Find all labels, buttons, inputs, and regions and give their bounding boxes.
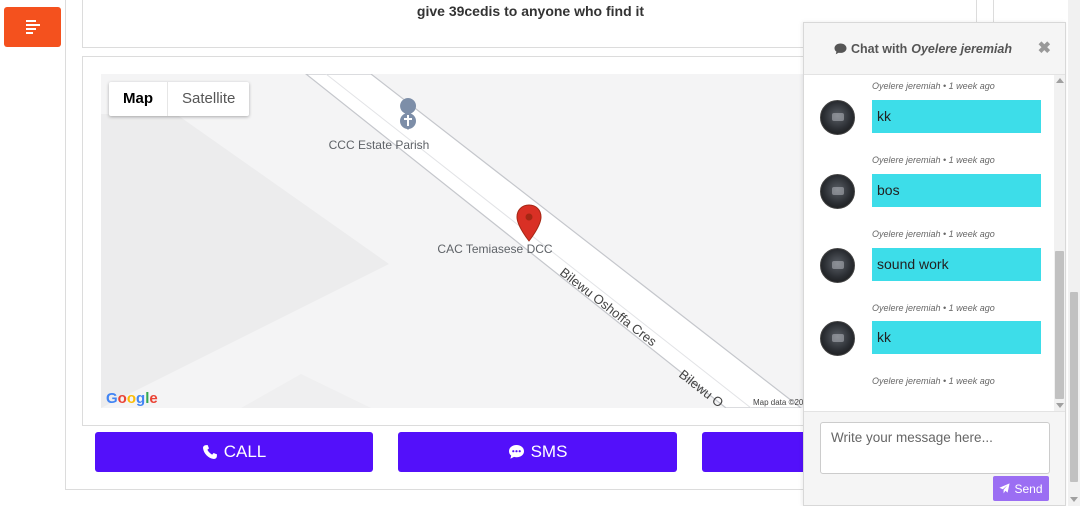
page-scroll-thumb[interactable] [1070, 292, 1078, 482]
avatar [820, 248, 855, 283]
scroll-up-icon[interactable] [1056, 78, 1064, 83]
chat-footer: Send [804, 411, 1065, 505]
comment-icon [834, 43, 847, 54]
message-meta: Oyelere jeremiah • 1 week ago [872, 376, 995, 386]
send-button[interactable]: Send [993, 476, 1049, 501]
road-lane [325, 74, 752, 408]
paper-plane-icon [999, 483, 1011, 494]
sms-button[interactable]: SMS [398, 432, 677, 472]
message-meta: Oyelere jeremiah • 1 week ago [872, 155, 995, 165]
road [305, 74, 802, 408]
place-label-pin: CAC Temiasese DCC [437, 242, 552, 256]
chat-title-prefix: Chat with [851, 41, 908, 56]
page: give 39cedis to anyone who find it CCC E… [0, 0, 1080, 506]
close-icon[interactable]: ✖ [1038, 38, 1051, 58]
map-block [241, 374, 371, 408]
scroll-down-icon[interactable] [1056, 403, 1064, 408]
avatar [820, 174, 855, 209]
chat-panel: Chat with Oyelere jeremiah ✖ Oyelere jer… [803, 22, 1066, 506]
sms-bubble-icon [508, 445, 524, 459]
sms-label: SMS [530, 442, 568, 461]
place-label-church: CCC Estate Parish [329, 138, 430, 152]
message-bubble: kk [872, 100, 1041, 133]
chat-contact-name: Oyelere jeremiah [911, 41, 1013, 56]
call-label: CALL [223, 442, 267, 461]
google-logo: Google [106, 390, 158, 407]
chat-scroll-thumb[interactable] [1055, 251, 1064, 399]
message-meta: Oyelere jeremiah • 1 week ago [872, 81, 995, 91]
scroll-down-icon[interactable] [1070, 497, 1078, 502]
map-type-satellite-button[interactable]: Satellite [167, 82, 249, 116]
call-button[interactable]: CALL [95, 432, 373, 472]
frame-edge [976, 0, 994, 22]
message-meta: Oyelere jeremiah • 1 week ago [872, 229, 995, 239]
map-block [101, 114, 389, 408]
chat-header: Chat with Oyelere jeremiah [804, 23, 1065, 75]
post-description: give 39cedis to anyone who find it [416, 3, 645, 19]
chat-messages[interactable]: Oyelere jeremiah • 1 week ago kk Oyelere… [804, 75, 1065, 411]
map-canvas[interactable]: CCC Estate Parish CAC Temiasese DCC Bile… [101, 74, 881, 408]
menu-toggle-button[interactable] [4, 7, 61, 47]
message-bubble: sound work [872, 248, 1041, 281]
page-scrollbar[interactable] [1068, 0, 1080, 506]
map-attribution: Map data ©20 [753, 398, 804, 407]
align-left-icon [25, 18, 40, 36]
chat-scrollbar[interactable] [1054, 75, 1065, 411]
message-bubble: bos [872, 174, 1041, 207]
message-meta: Oyelere jeremiah • 1 week ago [872, 303, 995, 313]
map[interactable]: CCC Estate Parish CAC Temiasese DCC Bile… [101, 74, 881, 408]
avatar [820, 321, 855, 356]
map-type-control: Map Satellite [109, 82, 250, 116]
send-label: Send [1014, 481, 1043, 496]
message-input[interactable] [820, 422, 1050, 474]
google-logo-text: Google [106, 390, 158, 407]
map-type-map-button[interactable]: Map [109, 82, 167, 116]
message-bubble: kk [872, 321, 1041, 354]
avatar [820, 100, 855, 135]
phone-icon [202, 445, 217, 459]
